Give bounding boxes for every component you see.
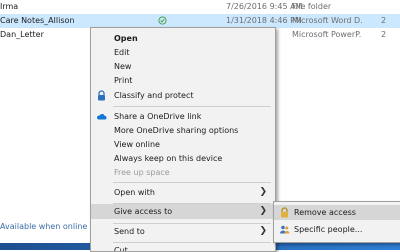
file-name: Irma [0,2,19,11]
menu-item-label: Print [114,76,133,85]
file-row-selected[interactable]: Care Notes_Allison 1/31/2018 4:46 PM Mic… [0,14,400,28]
file-date: 1/31/2018 4:46 PM [226,16,302,25]
menu-item-more-onedrive-sharing[interactable]: More OneDrive sharing options [91,123,275,138]
menu-item-label: Open [114,34,138,43]
menu-item-label: Always keep on this device [114,154,223,163]
file-row[interactable]: Irma 7/26/2016 9:45 AM File folder [0,0,400,14]
people-icon [280,225,290,234]
menu-item-label: Edit [114,48,130,57]
menu-item-share-onedrive-link[interactable]: Share a OneDrive link [91,109,275,124]
menu-item-label: Share a OneDrive link [114,112,202,121]
menu-item-label: Send to [114,227,145,236]
menu-item-label: Classify and protect [114,91,194,100]
menu-item-cut[interactable]: Cut [91,243,275,252]
file-type: Microsoft PowerP... [292,30,362,39]
file-type: File folder [292,2,332,11]
menu-item-label: View online [114,140,160,149]
file-size: 2 [381,30,387,39]
menu-item-give-access[interactable]: Give access to ❯ [91,204,275,219]
menu-item-label: More OneDrive sharing options [114,126,239,135]
menu-item-label: Specific people... [294,225,363,234]
menu-item-open-with[interactable]: Open with ❯ [91,185,275,200]
menu-item-classify-protect[interactable]: Classify and protect [91,88,275,103]
menu-item-open[interactable]: Open [91,31,275,46]
menu-item-label: Remove access [294,208,356,217]
padlock-icon [281,207,288,218]
menu-item-remove-access[interactable]: Remove access [274,205,400,220]
menu-item-edit[interactable]: Edit [91,45,275,60]
file-name: Care Notes_Allison [0,16,75,25]
menu-item-print[interactable]: Print [91,73,275,88]
context-menu: Open Edit New Print Classify and protect… [90,27,276,252]
sync-status-icon [158,16,167,25]
menu-separator [113,182,271,183]
menu-item-label: Give access to [114,207,173,216]
menu-item-label: New [114,62,132,71]
menu-item-new[interactable]: New [91,59,275,74]
availability-status-text: Available when online [0,222,88,231]
onedrive-cloud-icon [97,114,107,120]
file-name: Dan_Letter [0,30,44,39]
menu-item-always-keep[interactable]: Always keep on this device [91,151,275,166]
menu-item-label: Free up space [114,168,170,177]
menu-item-specific-people[interactable]: Specific people... [274,222,400,237]
padlock-icon [98,90,105,101]
chevron-right-icon: ❯ [259,226,267,236]
file-size: 2 [381,16,387,25]
menu-item-free-up-space: Free up space [91,165,275,180]
menu-item-label: Cut [114,246,128,252]
menu-separator [113,106,271,107]
file-type: Microsoft Word D... [292,16,362,25]
menu-item-view-online[interactable]: View online [91,137,275,152]
menu-item-label: Open with [114,188,155,197]
file-date: 7/26/2016 9:45 AM [226,2,303,11]
give-access-submenu: Remove access Specific people... [273,201,400,243]
chevron-right-icon: ❯ [259,206,267,216]
menu-item-send-to[interactable]: Send to ❯ [91,224,275,239]
chevron-right-icon: ❯ [259,187,267,197]
